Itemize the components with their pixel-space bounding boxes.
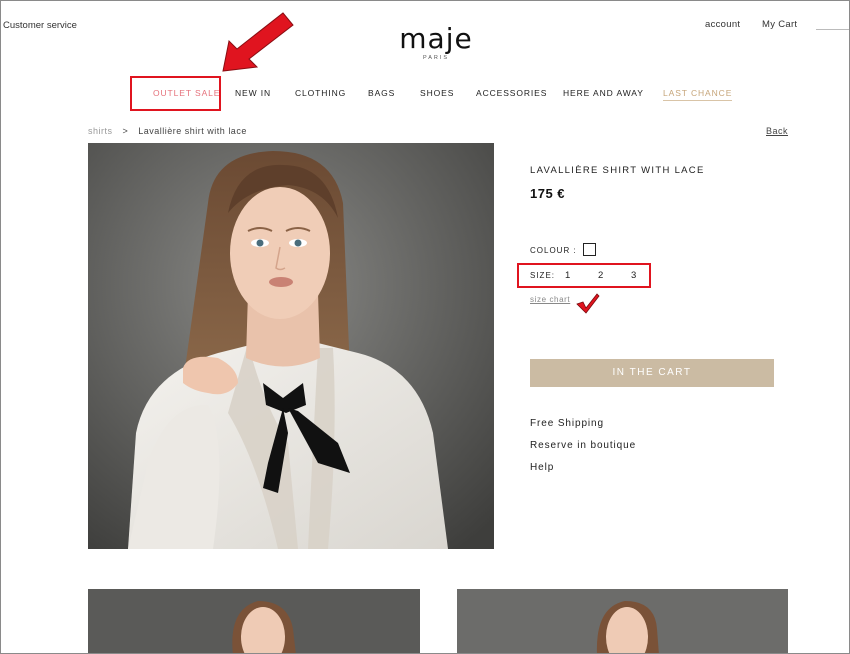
my-cart-link[interactable]: My Cart: [762, 19, 797, 30]
customer-service-link[interactable]: Customer service: [3, 20, 77, 31]
breadcrumb-current: Lavallière shirt with lace: [138, 126, 247, 136]
logo-name: maje: [399, 22, 473, 55]
product-price: 175 €: [530, 186, 566, 201]
colour-swatch-white[interactable]: [583, 243, 596, 256]
product-title: LAVALLIÈRE SHIRT WITH LACE: [530, 165, 705, 176]
account-link[interactable]: account: [705, 19, 740, 30]
nav-item-shoes[interactable]: SHOES: [420, 88, 454, 98]
help-link[interactable]: Help: [530, 462, 554, 473]
product-thumbnail-2[interactable]: [457, 589, 788, 653]
page-frame: Customer service account My Cart maje PA…: [0, 0, 850, 654]
breadcrumb-category[interactable]: shirts: [88, 126, 113, 136]
size-label: SIZE:: [530, 271, 556, 280]
add-to-cart-button[interactable]: IN THE CART: [530, 359, 774, 387]
product-image[interactable]: [88, 143, 494, 549]
nav-item-here-and-away[interactable]: HERE AND AWAY: [563, 88, 644, 98]
nav-item-clothing[interactable]: CLOTHING: [295, 88, 346, 98]
checkmark-icon: [576, 293, 600, 314]
search-field-line[interactable]: [816, 29, 849, 30]
thumbnail-photo-2: [457, 589, 788, 653]
product-thumbnail-1[interactable]: [88, 589, 420, 653]
breadcrumb-separator: >: [122, 126, 129, 136]
main-navigation: OUTLET SALE NEW IN CLOTHING BAGS SHOES A…: [1, 88, 849, 101]
reserve-in-boutique-link[interactable]: Reserve in boutique: [530, 440, 636, 451]
back-link[interactable]: Back: [766, 126, 788, 136]
size-option-1[interactable]: 1: [565, 270, 570, 281]
size-chart-link[interactable]: size chart: [530, 295, 570, 304]
brand-logo[interactable]: maje PARIS: [381, 22, 491, 62]
size-option-3[interactable]: 3: [631, 270, 636, 281]
nav-item-new-in[interactable]: NEW IN: [235, 88, 271, 98]
annotation-box-outlet-sale: [130, 76, 221, 111]
nav-item-last-chance[interactable]: LAST CHANCE: [663, 88, 733, 101]
nav-item-accessories[interactable]: ACCESSORIES: [476, 88, 547, 98]
breadcrumb: shirts > Lavallière shirt with lace: [88, 126, 247, 136]
size-option-2[interactable]: 2: [598, 270, 603, 281]
colour-label: COLOUR :: [530, 246, 577, 255]
model-photo-illustration: [88, 143, 494, 549]
thumbnail-photo-1: [88, 589, 420, 653]
logo-city: PARIS: [422, 55, 450, 61]
free-shipping-link[interactable]: Free Shipping: [530, 418, 604, 429]
annotation-arrow-icon: [222, 12, 294, 72]
nav-item-bags[interactable]: BAGS: [368, 88, 395, 98]
